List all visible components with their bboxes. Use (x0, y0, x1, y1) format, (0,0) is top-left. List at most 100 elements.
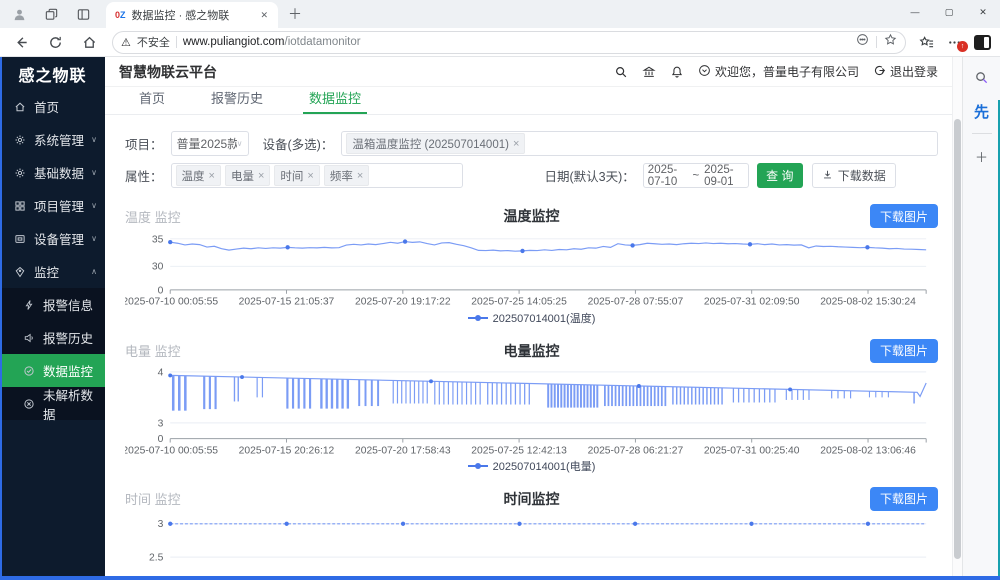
url-bar[interactable]: ⚠ 不安全 www.puliangiot.com/iotdatamonitor (112, 31, 906, 54)
sidebar-subitem-0[interactable]: 报警信息 (0, 288, 105, 321)
tab-close-icon[interactable]: ✕ (258, 8, 270, 23)
tag-close-icon[interactable]: × (357, 170, 363, 182)
favorites-icon[interactable] (914, 31, 938, 53)
svg-text:0: 0 (158, 434, 164, 445)
chart-plot: 4302025-07-10 00:05:552025-07-15 20:26:1… (125, 364, 938, 458)
sidebar-item-label: 系统管理 (34, 130, 91, 149)
search-icon[interactable] (614, 65, 628, 79)
chevron-up-icon: ∧ (91, 267, 97, 276)
desktop-edge-left (0, 57, 2, 580)
page-tab-0[interactable]: 首页 (139, 88, 165, 114)
profile-icon[interactable] (6, 4, 32, 24)
filter-tag: 时间× (274, 165, 319, 186)
device-icon (13, 232, 27, 246)
sidebar-subitem-label: 报警历史 (43, 328, 97, 347)
date-range-picker[interactable]: 2025-07-10 ~ 2025-09-01 (643, 163, 749, 188)
page-scrollbar[interactable] (952, 57, 962, 580)
workspaces-icon[interactable] (38, 4, 64, 24)
bookmark-star-icon[interactable] (884, 33, 897, 51)
divider (176, 36, 177, 48)
filter-tag: 电量× (225, 165, 270, 186)
download-data-button[interactable]: 下载数据 (812, 163, 896, 188)
page-title: 智慧物联云平台 (119, 62, 217, 82)
chart-mini-label: 温度 监控 (125, 207, 285, 226)
sidebar-item-3[interactable]: 项目管理∨ (0, 189, 105, 222)
tag-close-icon[interactable]: × (209, 170, 215, 182)
back-icon[interactable] (8, 31, 34, 53)
chevron-down-icon: ∨ (91, 234, 97, 243)
date-label: 日期(默认3天)： (545, 166, 635, 185)
scrollbar-thumb[interactable] (954, 119, 961, 559)
date-separator: ~ (692, 170, 699, 182)
refresh-icon[interactable] (42, 31, 68, 53)
chart-legend[interactable]: 202507014001(温度) (125, 310, 938, 326)
attribute-multiselect[interactable]: 温度×电量×时间×频率× (171, 163, 463, 188)
download-image-button[interactable]: 下载图片 (870, 487, 938, 511)
sidebar-item-4[interactable]: 设备管理∨ (0, 222, 105, 255)
alarm-icon (22, 298, 36, 312)
sidebar-item-label: 设备管理 (34, 229, 91, 248)
chart-title: 时间监控 (285, 489, 778, 509)
page-tab-1[interactable]: 报警历史 (211, 88, 263, 114)
legend-marker-icon (468, 314, 488, 322)
sidebar-subitem-2[interactable]: 数据监控 (0, 354, 105, 387)
organization-icon[interactable] (642, 65, 656, 79)
chevron-down-icon: ∨ (237, 139, 243, 148)
tab-actions-icon[interactable] (70, 4, 96, 24)
sidebar-subitem-3[interactable]: 未解析数据 (0, 387, 105, 420)
home-icon[interactable] (76, 31, 102, 53)
query-button[interactable]: 查 询 (757, 163, 803, 188)
home-icon (13, 100, 27, 114)
svg-text:2025-07-31 02:09:50: 2025-07-31 02:09:50 (704, 297, 800, 308)
download-image-button[interactable]: 下载图片 (870, 204, 938, 228)
sidebar-search-icon[interactable] (970, 65, 994, 89)
tab-title: 数据监控 · 感之物联 (132, 7, 253, 23)
not-secure-warning-icon[interactable]: ⚠ (121, 36, 131, 49)
chart-mini-label: 时间 监控 (125, 489, 285, 508)
browser-tab[interactable]: 0Z 数据监控 · 感之物联 ✕ (106, 2, 278, 28)
maximize-button[interactable]: ▢ (932, 0, 966, 24)
svg-text:2025-07-10 00:05:55: 2025-07-10 00:05:55 (125, 297, 218, 308)
chart-legend[interactable]: 202507014001(电量) (125, 458, 938, 474)
minimize-button[interactable]: — (898, 0, 932, 24)
svg-text:4: 4 (158, 367, 164, 378)
device-multiselect[interactable]: 温箱温度监控 (202507014001)× (341, 131, 938, 156)
svg-text:2025-07-25 14:05:25: 2025-07-25 14:05:25 (471, 297, 567, 308)
url-text[interactable]: www.puliangiot.com/iotdatamonitor (183, 36, 850, 48)
desktop-edge-bottom (0, 576, 1000, 580)
browser-tabstrip: 0Z 数据监控 · 感之物联 ✕ ＋ — ▢ ✕ (0, 0, 1000, 28)
sidebar-item-1[interactable]: 系统管理∨ (0, 123, 105, 156)
project-select[interactable]: 普量2025款4... ∨ (171, 131, 249, 156)
user-menu[interactable]: 欢迎您，普量电子有限公司 (698, 63, 859, 80)
sidebar-subitem-1[interactable]: 报警历史 (0, 321, 105, 354)
tag-close-icon[interactable]: × (258, 170, 264, 182)
sidebar-item-0[interactable]: 首页 (0, 90, 105, 123)
tag-close-icon[interactable]: × (513, 138, 519, 150)
feedback-icon[interactable] (856, 33, 869, 51)
sidebar-item-5[interactable]: 监控∧ (0, 255, 105, 288)
tag-close-icon[interactable]: × (307, 170, 313, 182)
logout-button[interactable]: 退出登录 (873, 63, 938, 80)
sidebar-app-icon[interactable]: 先 (970, 99, 994, 123)
chart-section-1: 电量 监控电量监控下载图片4302025-07-10 00:05:552025-… (125, 338, 938, 474)
chevron-down-icon: ∨ (91, 201, 97, 210)
download-image-button[interactable]: 下载图片 (870, 339, 938, 363)
chart-mini-label: 电量 监控 (125, 341, 285, 360)
close-button[interactable]: ✕ (966, 0, 1000, 24)
settings-menu-icon[interactable]: ↑ (942, 31, 966, 53)
page-tab-2[interactable]: 数据监控 (309, 88, 361, 114)
divider (876, 36, 877, 48)
app-logo: 感之物联 (0, 57, 105, 90)
svg-text:2025-07-20 19:17:22: 2025-07-20 19:17:22 (355, 297, 451, 308)
svg-text:3: 3 (158, 519, 164, 530)
browser-essentials-icon[interactable] (970, 31, 994, 53)
sidebar-item-2[interactable]: 基础数据∨ (0, 156, 105, 189)
svg-text:2025-07-28 07:55:07: 2025-07-28 07:55:07 (588, 297, 684, 308)
unparsed-icon (22, 397, 36, 411)
sidebar-add-icon[interactable]: ＋ (970, 144, 994, 168)
svg-text:2025-07-28 06:21:27: 2025-07-28 06:21:27 (588, 445, 684, 456)
new-tab-button[interactable]: ＋ (288, 4, 302, 24)
bell-icon[interactable] (670, 65, 684, 79)
sidebar-item-label: 首页 (34, 97, 97, 116)
sidebar-submenu: 报警信息报警历史数据监控未解析数据 (0, 288, 105, 420)
